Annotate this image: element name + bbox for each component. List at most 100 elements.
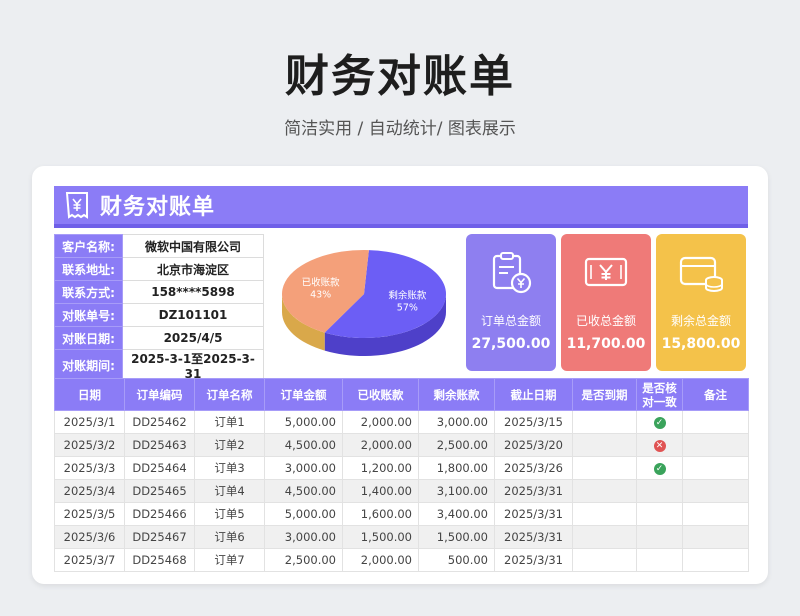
cell-name: 订单6 xyxy=(194,525,265,549)
kpi-label: 剩余总金额 xyxy=(670,314,731,328)
cell-check xyxy=(636,525,683,549)
kpi-value: 27,500.00 xyxy=(471,336,551,352)
cell-amount: 3,000.00 xyxy=(264,456,343,480)
cell-due: 2025/3/31 xyxy=(494,502,573,526)
statement-card: 财务对账单 客户名称: 微软中国有限公司 联系地址: 北京市海淀区 联系方式: 158… xyxy=(32,166,768,584)
col-header-due: 截止日期 xyxy=(494,378,573,411)
cell-expired xyxy=(572,548,637,572)
info-label: 联系地址: xyxy=(54,257,123,281)
cell-check: ✓ xyxy=(636,410,683,434)
info-label: 联系方式: xyxy=(54,280,123,304)
orders-table: 日期 订单编码 订单名称 订单金额 已收账款 剩余账款 截止日期 是否到期 是否… xyxy=(54,378,749,572)
pie-slice-label: 剩余账款 xyxy=(388,290,427,302)
cell-name: 订单1 xyxy=(194,410,265,434)
col-header-remaining: 剩余账款 xyxy=(418,378,495,411)
cell-received: 2,000.00 xyxy=(342,548,419,572)
info-value: 北京市海淀区 xyxy=(122,257,264,281)
cell-check xyxy=(636,502,683,526)
wallet-coins-icon xyxy=(679,256,723,292)
cell-note xyxy=(682,479,749,503)
kpi-received-total: 已收总金额 11,700.00 xyxy=(561,234,651,371)
cell-expired xyxy=(572,502,637,526)
banknote-yen-icon xyxy=(584,257,628,287)
cell-note xyxy=(682,410,749,434)
cell-date: 2025/3/4 xyxy=(54,479,125,503)
banner-title: 财务对账单 xyxy=(100,195,216,220)
info-row: 联系方式: 158****5898 xyxy=(54,280,264,304)
info-value: 2025/4/5 xyxy=(122,326,264,350)
cell-expired xyxy=(572,410,637,434)
cell-received: 1,600.00 xyxy=(342,502,419,526)
table-row: 2025/3/3 DD25464 订单3 3,000.00 1,200.00 1,800.… xyxy=(54,456,749,480)
cell-amount: 4,500.00 xyxy=(264,433,343,457)
col-header-date: 日期 xyxy=(54,378,125,411)
info-row: 对账单号: DZ101101 xyxy=(54,303,264,327)
cell-note xyxy=(682,525,749,549)
table-row: 2025/3/4 DD25465 订单4 4,500.00 1,400.00 3,100.… xyxy=(54,479,749,503)
cell-name: 订单4 xyxy=(194,479,265,503)
cell-due: 2025/3/31 xyxy=(494,548,573,572)
cell-amount: 5,000.00 xyxy=(264,410,343,434)
cell-date: 2025/3/2 xyxy=(54,433,125,457)
cell-expired xyxy=(572,433,637,457)
kpi-value: 15,800.00 xyxy=(661,336,741,352)
cell-received: 2,000.00 xyxy=(342,410,419,434)
cell-code: DD25466 xyxy=(124,502,195,526)
table-row: 2025/3/6 DD25467 订单6 3,000.00 1,500.00 1,500.… xyxy=(54,525,749,549)
cell-code: DD25468 xyxy=(124,548,195,572)
kpi-value: 11,700.00 xyxy=(566,336,646,352)
check-mismatch-icon: ✕ xyxy=(653,439,666,452)
statement-banner: 财务对账单 xyxy=(54,186,748,228)
cell-code: DD25462 xyxy=(124,410,195,434)
cell-check: ✓ xyxy=(636,456,683,480)
col-header-received: 已收账款 xyxy=(342,378,419,411)
cell-date: 2025/3/7 xyxy=(54,548,125,572)
page-title: 财务对账单 xyxy=(285,51,515,102)
cell-code: DD25464 xyxy=(124,456,195,480)
cell-check xyxy=(636,548,683,572)
col-header-amount: 订单金额 xyxy=(264,378,343,411)
cell-received: 1,400.00 xyxy=(342,479,419,503)
cell-received: 1,200.00 xyxy=(342,456,419,480)
pie-slice-percent: 43% xyxy=(310,289,331,300)
cell-remaining: 500.00 xyxy=(418,548,495,572)
info-value: DZ101101 xyxy=(122,303,264,327)
col-header-check: 是否核对一致 xyxy=(636,378,683,411)
cell-check: ✕ xyxy=(636,433,683,457)
table-header-row: 日期 订单编码 订单名称 订单金额 已收账款 剩余账款 截止日期 是否到期 是否… xyxy=(54,378,749,411)
pie-svg: 剩余账款57% 已收账款43% xyxy=(282,250,446,356)
cell-note xyxy=(682,433,749,457)
cell-amount: 5,000.00 xyxy=(264,502,343,526)
col-header-expired: 是否到期 xyxy=(572,378,637,411)
cell-note xyxy=(682,456,749,480)
cell-amount: 4,500.00 xyxy=(264,479,343,503)
clipboard-yen-icon xyxy=(492,252,532,294)
page-subtitle: 简洁实用 / 自动统计/ 图表展示 xyxy=(284,119,516,139)
table-row: 2025/3/5 DD25466 订单5 5,000.00 1,600.00 3,400.… xyxy=(54,502,749,526)
info-row: 客户名称: 微软中国有限公司 xyxy=(54,234,264,258)
info-row: 联系地址: 北京市海淀区 xyxy=(54,257,264,281)
cell-expired xyxy=(572,479,637,503)
cell-remaining: 2,500.00 xyxy=(418,433,495,457)
receipt-yen-icon xyxy=(65,192,88,219)
info-label: 客户名称: xyxy=(54,234,123,258)
cell-due: 2025/3/15 xyxy=(494,410,573,434)
cell-due: 2025/3/31 xyxy=(494,525,573,549)
check-ok-icon: ✓ xyxy=(653,462,666,475)
cell-code: DD25467 xyxy=(124,525,195,549)
cell-received: 1,500.00 xyxy=(342,525,419,549)
cell-date: 2025/3/3 xyxy=(54,456,125,480)
kpi-label: 已收总金额 xyxy=(575,314,636,328)
table-row: 2025/3/1 DD25462 订单1 5,000.00 2,000.00 3,000.… xyxy=(54,410,749,434)
kpi-order-total: 订单总金额 27,500.00 xyxy=(466,234,556,371)
cell-name: 订单5 xyxy=(194,502,265,526)
info-label: 对账单号: xyxy=(54,303,123,327)
check-ok-icon: ✓ xyxy=(653,416,666,429)
info-label: 对账期间: xyxy=(54,349,123,382)
cell-note xyxy=(682,502,749,526)
cell-expired xyxy=(572,456,637,480)
pie-slice-percent: 57% xyxy=(397,303,418,314)
info-value: 158****5898 xyxy=(122,280,264,304)
cell-name: 订单2 xyxy=(194,433,265,457)
table-row: 2025/3/7 DD25468 订单7 2,500.00 2,000.00 500.00… xyxy=(54,548,749,572)
